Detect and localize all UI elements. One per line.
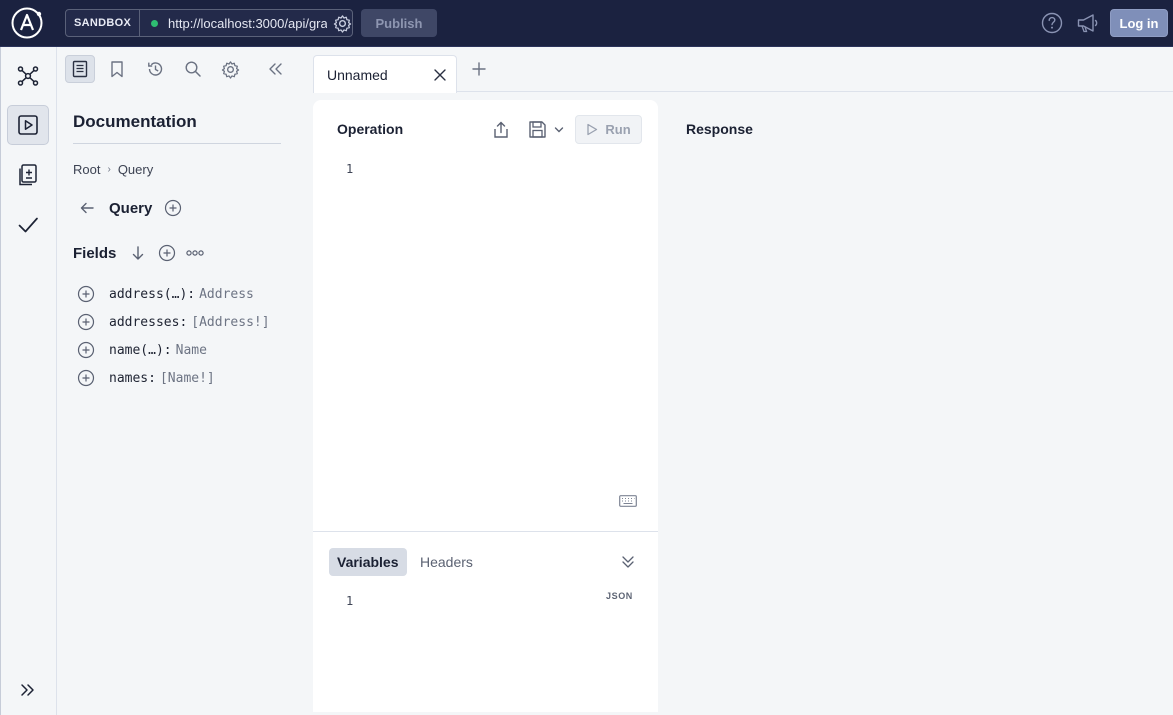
left-navigation-rail [0,47,57,715]
divider [313,531,658,532]
expand-rail-button[interactable] [7,670,49,710]
schema-icon [16,64,40,88]
bookmark-icon [108,60,126,78]
expand-icon [19,681,37,699]
connection-status-dot [151,19,159,27]
connection-settings-icon[interactable] [333,14,352,33]
field-row[interactable]: addresses: [Address!] [77,308,270,336]
add-field-icon[interactable] [77,341,95,359]
operation-title: Operation [337,121,404,137]
play-icon [586,123,598,136]
collapse-panel-button[interactable] [260,55,290,83]
field-row[interactable]: name(…): Name [77,336,270,364]
apollo-logo[interactable] [10,6,44,40]
sandbox-badge: SANDBOX [66,10,141,36]
add-query-icon[interactable] [164,199,182,217]
fields-list: address(…): Address addresses: [Address!… [77,280,270,392]
sort-down-icon[interactable] [130,245,146,261]
publish-button[interactable]: Publish [361,9,437,37]
share-icon[interactable] [492,121,510,139]
help-icon[interactable] [1041,12,1063,34]
back-arrow-icon[interactable] [79,200,95,216]
collapse-chevron-icon[interactable] [621,555,635,569]
add-all-fields-icon[interactable] [158,244,176,262]
top-bar: SANDBOX http://localhost:3000/api/graphq… [0,0,1173,47]
search-icon [184,60,202,78]
field-row[interactable]: names: [Name!] [77,364,270,392]
add-field-icon[interactable] [77,313,95,331]
variables-line-number: 1 [346,594,354,608]
tab-unnamed[interactable]: Unnamed [313,55,457,93]
history-button[interactable] [140,55,170,83]
checks-nav-button[interactable] [7,205,49,245]
add-tab-icon[interactable] [471,61,487,77]
explorer-icon [17,114,39,136]
history-icon [146,60,164,78]
document-icon [71,60,89,78]
fields-header: Fields [73,244,205,262]
breadcrumb-separator-icon: › [107,164,111,175]
explorer-nav-button[interactable] [7,105,49,145]
query-header: Query [79,199,182,217]
field-type[interactable]: [Name!] [160,371,215,386]
operation-tabs: Unnamed [313,47,1173,93]
field-name[interactable]: addresses: [109,315,187,330]
run-button[interactable]: Run [575,115,642,144]
chevron-down-icon[interactable] [554,126,564,134]
response-title: Response [686,121,753,137]
documentation-panel: Documentation Root › Query Query Fields [57,47,313,715]
more-options-icon[interactable] [186,248,205,258]
search-button[interactable] [178,55,208,83]
operation-line-number: 1 [346,162,354,176]
json-format-label: JSON [606,591,633,601]
save-icon[interactable] [528,120,547,139]
operation-panel: Operation Run 1 Variables Headers 1 JSON [313,100,658,712]
field-type[interactable]: Name [176,343,207,358]
breadcrumb-root[interactable]: Root [73,162,100,177]
field-name[interactable]: names: [109,371,156,386]
bookmarks-button[interactable] [102,55,132,83]
documentation-title: Documentation [73,112,197,131]
field-row[interactable]: address(…): Address [77,280,270,308]
collections-nav-button[interactable] [7,155,49,195]
add-field-icon[interactable] [77,369,95,387]
tab-headers[interactable]: Headers [412,548,481,576]
divider [73,143,281,144]
fields-title: Fields [73,244,117,262]
run-label: Run [605,122,631,137]
documentation-toolbar [65,55,305,83]
breadcrumb-query[interactable]: Query [118,162,153,177]
field-type[interactable]: Address [199,287,254,302]
login-button[interactable]: Log in [1110,9,1168,37]
field-type[interactable]: [Address!] [191,315,269,330]
field-name[interactable]: address(…): [109,287,195,302]
endpoint-bar[interactable]: SANDBOX http://localhost:3000/api/graphq… [65,9,353,37]
keyboard-icon[interactable] [619,495,637,507]
add-field-icon[interactable] [77,285,95,303]
field-name[interactable]: name(…): [109,343,172,358]
close-icon[interactable] [433,68,447,82]
breadcrumb: Root › Query [73,162,153,177]
query-type-title: Query [109,199,153,217]
double-chevron-left-icon [266,60,284,78]
announcement-icon[interactable] [1076,12,1100,34]
documentation-tab-button[interactable] [65,55,95,83]
endpoint-url-input[interactable]: http://localhost:3000/api/graphql [168,16,327,31]
tab-label: Unnamed [327,67,388,83]
settings-button[interactable] [215,55,245,83]
schema-nav-button[interactable] [7,56,49,96]
checks-icon [17,214,39,236]
gear-icon [221,60,240,79]
collections-icon [17,163,39,187]
tab-variables[interactable]: Variables [329,548,407,576]
